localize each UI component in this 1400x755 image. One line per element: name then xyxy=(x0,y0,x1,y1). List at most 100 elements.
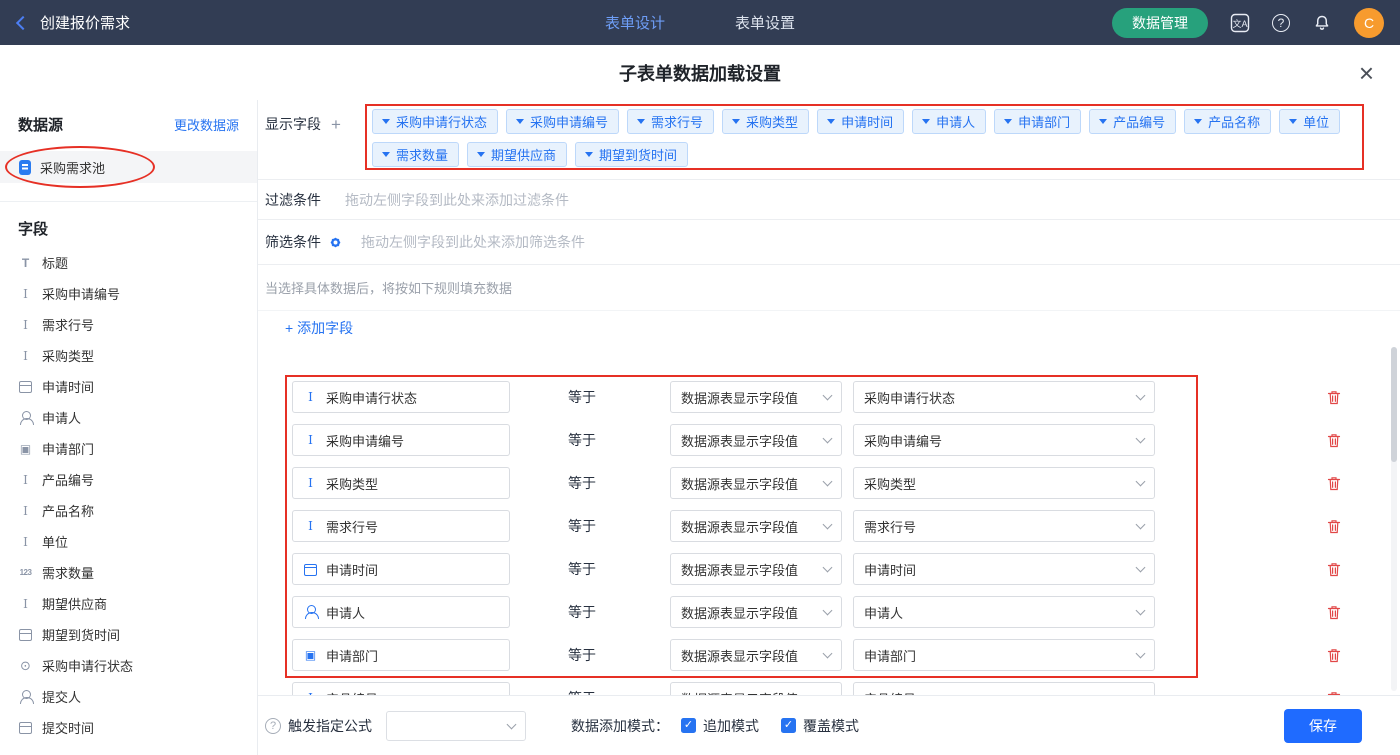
formula-help-icon[interactable]: ? xyxy=(265,718,281,734)
display-field-tag[interactable]: 申请时间 xyxy=(817,109,904,134)
rule-field-box[interactable]: I 需求行号 xyxy=(292,510,510,542)
rule-value-dropdown[interactable]: 采购类型 xyxy=(853,467,1155,499)
rule-source-dropdown[interactable]: 数据源表显示字段值 xyxy=(670,467,842,499)
rule-value-dropdown[interactable]: 产品编号 xyxy=(853,682,1155,695)
sidebar-field-item[interactable]: I 采购申请编号 xyxy=(0,278,257,309)
screening-conditions-label: 筛选条件 xyxy=(265,232,321,252)
delete-rule-trash-icon[interactable] xyxy=(1326,518,1342,535)
delete-rule-trash-icon[interactable] xyxy=(1326,647,1342,664)
rule-field-box[interactable]: 申请人 xyxy=(292,596,510,628)
sidebar-field-item[interactable]: ▣ 申请部门 xyxy=(0,433,257,464)
rule-source-dropdown[interactable]: 数据源表显示字段值 xyxy=(670,596,842,628)
sidebar-field-label: 标题 xyxy=(42,253,68,272)
rule-value-dropdown[interactable]: 申请部门 xyxy=(853,639,1155,671)
display-field-tag[interactable]: 产品名称 xyxy=(1184,109,1271,134)
delete-rule-trash-icon[interactable] xyxy=(1326,690,1342,696)
sidebar-field-item[interactable]: I 采购类型 xyxy=(0,340,257,371)
back-nav[interactable]: 创建报价需求 xyxy=(0,12,130,33)
display-field-tag[interactable]: 采购申请编号 xyxy=(506,109,619,134)
main-panel: 显示字段 + 采购申请行状态 采购申请编号 需求行号 xyxy=(258,100,1400,755)
display-field-tag[interactable]: 需求数量 xyxy=(372,142,459,167)
svg-text:文A: 文A xyxy=(1232,18,1247,29)
delete-rule-trash-icon[interactable] xyxy=(1326,389,1342,406)
sidebar-field-item[interactable]: I 产品编号 xyxy=(0,464,257,495)
sidebar-field-item[interactable]: 申请时间 xyxy=(0,371,257,402)
user-avatar[interactable]: C xyxy=(1354,8,1384,38)
display-field-tag[interactable]: 期望到货时间 xyxy=(575,142,688,167)
sidebar-field-item[interactable]: I 需求行号 xyxy=(0,309,257,340)
formula-select[interactable] xyxy=(386,711,526,741)
rule-source-dropdown[interactable]: 数据源表显示字段值 xyxy=(670,424,842,456)
display-field-tag[interactable]: 申请人 xyxy=(912,109,986,134)
display-field-tag[interactable]: 采购类型 xyxy=(722,109,809,134)
rule-source-dropdown[interactable]: 数据源表显示字段值 xyxy=(670,682,842,695)
caret-down-icon xyxy=(477,152,485,157)
delete-rule-trash-icon[interactable] xyxy=(1326,561,1342,578)
close-icon[interactable]: × xyxy=(1359,60,1374,86)
display-field-tag-label: 申请人 xyxy=(936,112,975,131)
display-field-tag[interactable]: 期望供应商 xyxy=(467,142,567,167)
rule-source-dropdown[interactable]: 数据源表显示字段值 xyxy=(670,381,842,413)
data-manage-button[interactable]: 数据管理 xyxy=(1112,8,1208,38)
append-mode-checkbox[interactable]: ✓ 追加模式 xyxy=(681,716,759,736)
tab-form-settings[interactable]: 表单设置 xyxy=(735,12,795,33)
display-field-tag-label: 产品编号 xyxy=(1113,112,1165,131)
rule-value-dropdown[interactable]: 申请人 xyxy=(853,596,1155,628)
screening-drop-placeholder[interactable]: 拖动左侧字段到此处来添加筛选条件 xyxy=(361,232,585,252)
add-display-field-button[interactable]: + xyxy=(331,116,341,133)
scrollbar-thumb[interactable] xyxy=(1391,347,1397,462)
rule-source-dropdown[interactable]: 数据源表显示字段值 xyxy=(670,553,842,585)
add-rule-field-link[interactable]: + 添加字段 xyxy=(285,318,353,338)
gear-icon[interactable] xyxy=(328,235,343,250)
translate-icon[interactable]: 文A xyxy=(1230,13,1250,33)
sidebar-field-item[interactable]: T 标题 xyxy=(0,247,257,278)
sidebar-field-item[interactable]: ⊙ 采购申请行状态 xyxy=(0,650,257,681)
sidebar-field-item[interactable]: 期望到货时间 xyxy=(0,619,257,650)
display-fields-section: 显示字段 + 采购申请行状态 采购申请编号 需求行号 xyxy=(258,100,1400,180)
display-field-tag[interactable]: 需求行号 xyxy=(627,109,714,134)
rule-value-dropdown-value: 采购申请行状态 xyxy=(864,388,955,407)
display-field-tag[interactable]: 单位 xyxy=(1279,109,1340,134)
delete-rule-trash-icon[interactable] xyxy=(1326,475,1342,492)
tab-form-design[interactable]: 表单设计 xyxy=(605,12,665,33)
sidebar-field-item[interactable]: 申请人 xyxy=(0,402,257,433)
rule-field-box[interactable]: I 采购申请编号 xyxy=(292,424,510,456)
rule-value-dropdown[interactable]: 采购申请行状态 xyxy=(853,381,1155,413)
caret-down-icon xyxy=(732,119,740,124)
rule-source-dropdown[interactable]: 数据源表显示字段值 xyxy=(670,639,842,671)
save-button[interactable]: 保存 xyxy=(1284,709,1362,743)
rule-value-dropdown[interactable]: 需求行号 xyxy=(853,510,1155,542)
rule-value-dropdown[interactable]: 采购申请编号 xyxy=(853,424,1155,456)
rule-value-dropdown-value: 产品编号 xyxy=(864,689,916,696)
back-chevron-icon[interactable] xyxy=(16,15,30,29)
rule-field-box[interactable]: I 采购类型 xyxy=(292,467,510,499)
text-icon: I xyxy=(18,348,33,363)
rule-field-label: 申请部门 xyxy=(326,646,378,665)
sidebar-field-item[interactable]: 提交人 xyxy=(0,681,257,712)
chevron-down-icon xyxy=(1136,563,1146,573)
rule-field-box[interactable]: I 产品编号 xyxy=(292,682,510,695)
rule-field-box[interactable]: ▣ 申请部门 xyxy=(292,639,510,671)
display-field-tag[interactable]: 产品编号 xyxy=(1089,109,1176,134)
rule-field-box[interactable]: 申请时间 xyxy=(292,553,510,585)
display-field-tag-label: 申请时间 xyxy=(841,112,893,131)
chevron-down-icon xyxy=(1136,520,1146,530)
sidebar-field-item[interactable]: I 产品名称 xyxy=(0,495,257,526)
display-field-tag[interactable]: 申请部门 xyxy=(994,109,1081,134)
filter-drop-placeholder[interactable]: 拖动左侧字段到此处来添加过滤条件 xyxy=(345,190,569,210)
sidebar-field-item[interactable]: 提交时间 xyxy=(0,712,257,743)
display-field-tag[interactable]: 采购申请行状态 xyxy=(372,109,498,134)
rule-field-box[interactable]: I 采购申请行状态 xyxy=(292,381,510,413)
datasource-item[interactable]: 采购需求池 xyxy=(0,151,257,183)
notification-bell-icon[interactable] xyxy=(1312,13,1332,33)
help-icon[interactable]: ? xyxy=(1272,14,1290,32)
rule-value-dropdown[interactable]: 申请时间 xyxy=(853,553,1155,585)
rule-source-dropdown[interactable]: 数据源表显示字段值 xyxy=(670,510,842,542)
delete-rule-trash-icon[interactable] xyxy=(1326,604,1342,621)
sidebar-field-item[interactable]: I 单位 xyxy=(0,526,257,557)
sidebar-field-item[interactable]: 123 需求数量 xyxy=(0,557,257,588)
sidebar-field-item[interactable]: I 期望供应商 xyxy=(0,588,257,619)
delete-rule-trash-icon[interactable] xyxy=(1326,432,1342,449)
overwrite-mode-checkbox[interactable]: ✓ 覆盖模式 xyxy=(781,716,859,736)
change-datasource-link[interactable]: 更改数据源 xyxy=(174,115,239,134)
